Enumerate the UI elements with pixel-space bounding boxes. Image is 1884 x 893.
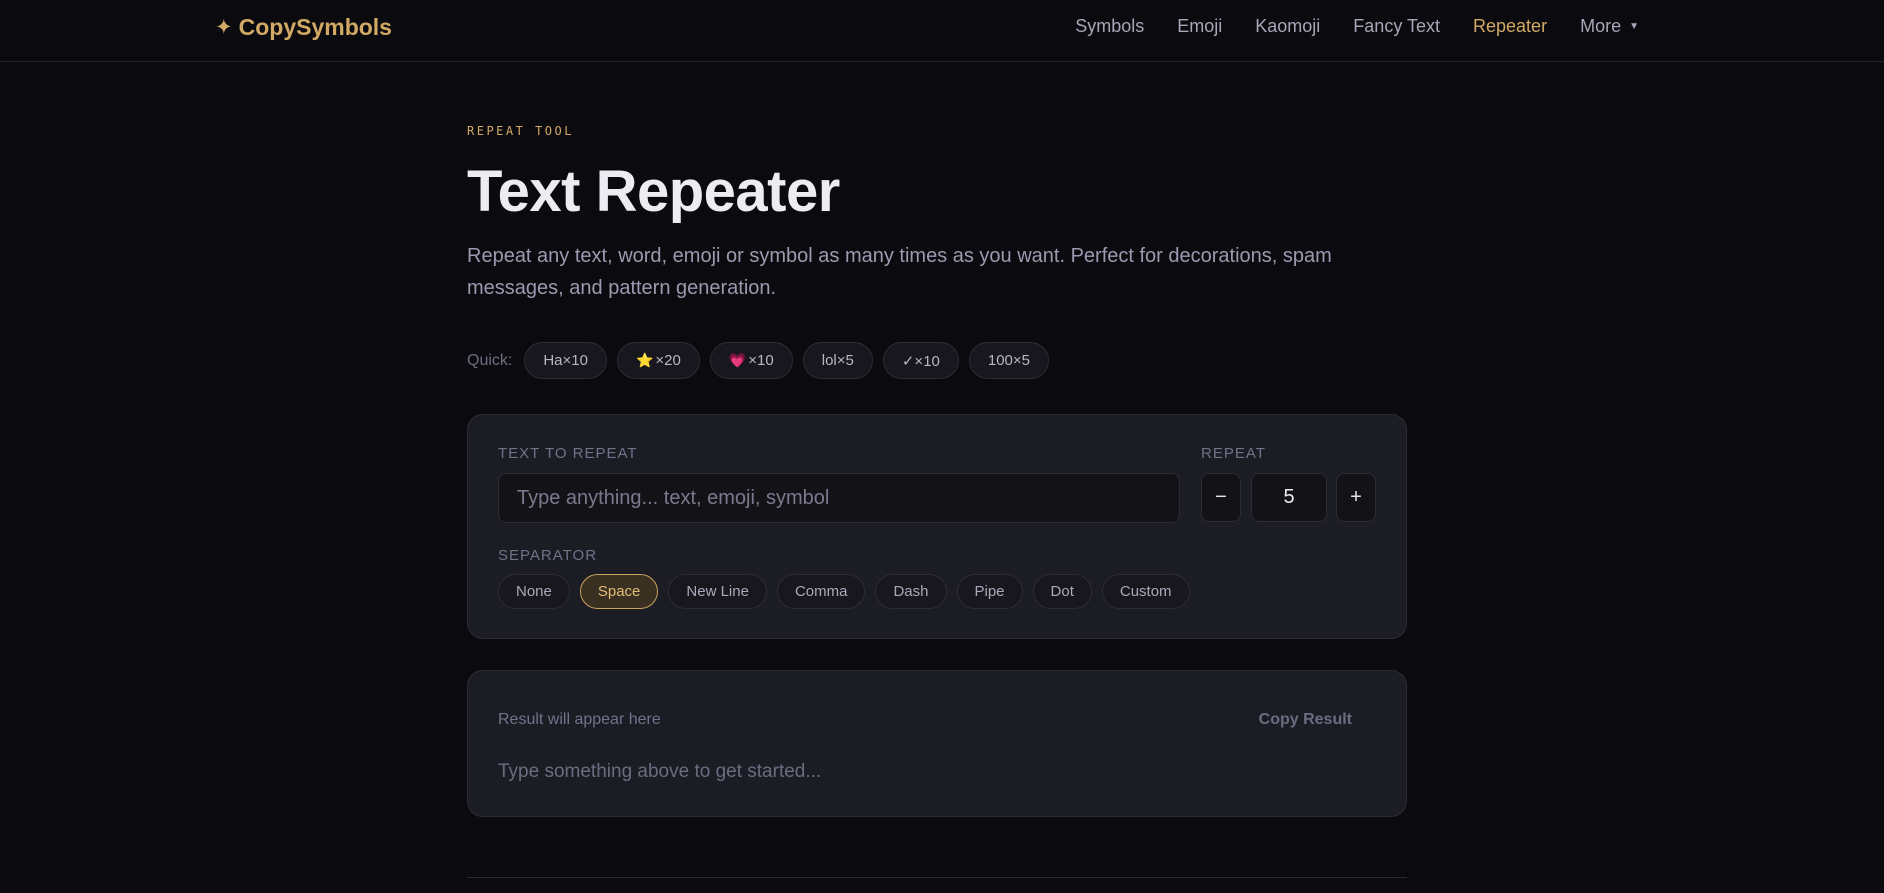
preset-text: 100×5: [987, 352, 1031, 369]
preset-chip-lol[interactable]: lol×5: [802, 342, 873, 379]
nav-item-repeater[interactable]: Repeater: [1473, 16, 1547, 37]
copy-result-button[interactable]: Copy Result: [1259, 711, 1352, 729]
brand-logo[interactable]: ✦ CopySymbols: [215, 14, 392, 41]
separator-pipe[interactable]: Pipe: [956, 574, 1023, 609]
star-icon: ⭐: [635, 352, 654, 368]
result-card: Result will appear here Copy Result Type…: [467, 670, 1407, 817]
text-to-repeat-input[interactable]: [498, 473, 1180, 523]
repeat-count-input[interactable]: [1251, 473, 1327, 522]
increment-button[interactable]: +: [1336, 473, 1376, 522]
separator-space[interactable]: Space: [579, 574, 659, 609]
preset-text: ×10: [748, 352, 774, 369]
nav-item-emoji[interactable]: Emoji: [1177, 16, 1222, 37]
main-nav: Symbols Emoji Kaomoji Fancy Text Repeate…: [1075, 16, 1639, 37]
preset-chip-star[interactable]: ⭐ ×20: [616, 342, 700, 379]
preset-chip-ha[interactable]: Ha×10: [524, 342, 607, 379]
preset-chip-heart[interactable]: 💗 ×10: [709, 342, 793, 379]
nav-item-fancy-text[interactable]: Fancy Text: [1353, 16, 1440, 37]
result-output: Type something above to get started...: [498, 761, 822, 782]
text-to-repeat-label: TEXT TO REPEAT: [498, 445, 638, 462]
page-description: Repeat any text, word, emoji or symbol a…: [467, 245, 1332, 299]
separator-custom[interactable]: Custom: [1101, 574, 1190, 609]
separator-dot[interactable]: Dot: [1032, 574, 1092, 609]
quick-presets: Quick: Ha×10 ⭐ ×20 💗 ×10 lol×5 ✓×10 100×…: [467, 342, 1050, 379]
quick-label: Quick:: [467, 351, 513, 369]
decrement-button[interactable]: −: [1201, 473, 1241, 522]
preset-text: lol×5: [821, 352, 854, 369]
page-title: Text Repeater: [467, 159, 840, 224]
nav-item-kaomoji[interactable]: Kaomoji: [1255, 16, 1320, 37]
preset-text: Ha×10: [543, 352, 588, 369]
eyebrow-label: REPEAT TOOL: [467, 124, 574, 138]
nav-item-more[interactable]: More ▼: [1580, 16, 1639, 37]
separator-label: SEPARATOR: [498, 547, 598, 564]
heart-icon: 💗: [728, 352, 747, 368]
separator-dash[interactable]: Dash: [875, 574, 947, 609]
result-label: Result will appear here: [498, 711, 661, 728]
separator-options: None Space New Line Comma Dash Pipe Dot …: [498, 574, 1190, 609]
nav-more-label: More: [1580, 16, 1622, 36]
section-divider: [467, 877, 1407, 878]
separator-new-line[interactable]: New Line: [668, 574, 767, 609]
sparkle-icon: ✦: [215, 16, 233, 39]
top-navbar: ✦ CopySymbols Symbols Emoji Kaomoji Fanc…: [0, 0, 1884, 62]
preset-text: ✓×10: [901, 352, 940, 370]
repeater-editor-card: TEXT TO REPEAT REPEAT − + SEPARATOR None…: [467, 414, 1407, 639]
repeat-label: REPEAT: [1201, 445, 1266, 462]
preset-text: ×20: [655, 352, 681, 369]
separator-comma[interactable]: Comma: [776, 574, 866, 609]
brand-name: CopySymbols: [238, 14, 392, 40]
caret-down-icon: ▼: [1629, 21, 1639, 32]
separator-none[interactable]: None: [498, 574, 570, 609]
nav-item-symbols[interactable]: Symbols: [1075, 16, 1144, 37]
preset-chip-100[interactable]: 100×5: [968, 342, 1050, 379]
preset-chip-check[interactable]: ✓×10: [882, 342, 959, 379]
